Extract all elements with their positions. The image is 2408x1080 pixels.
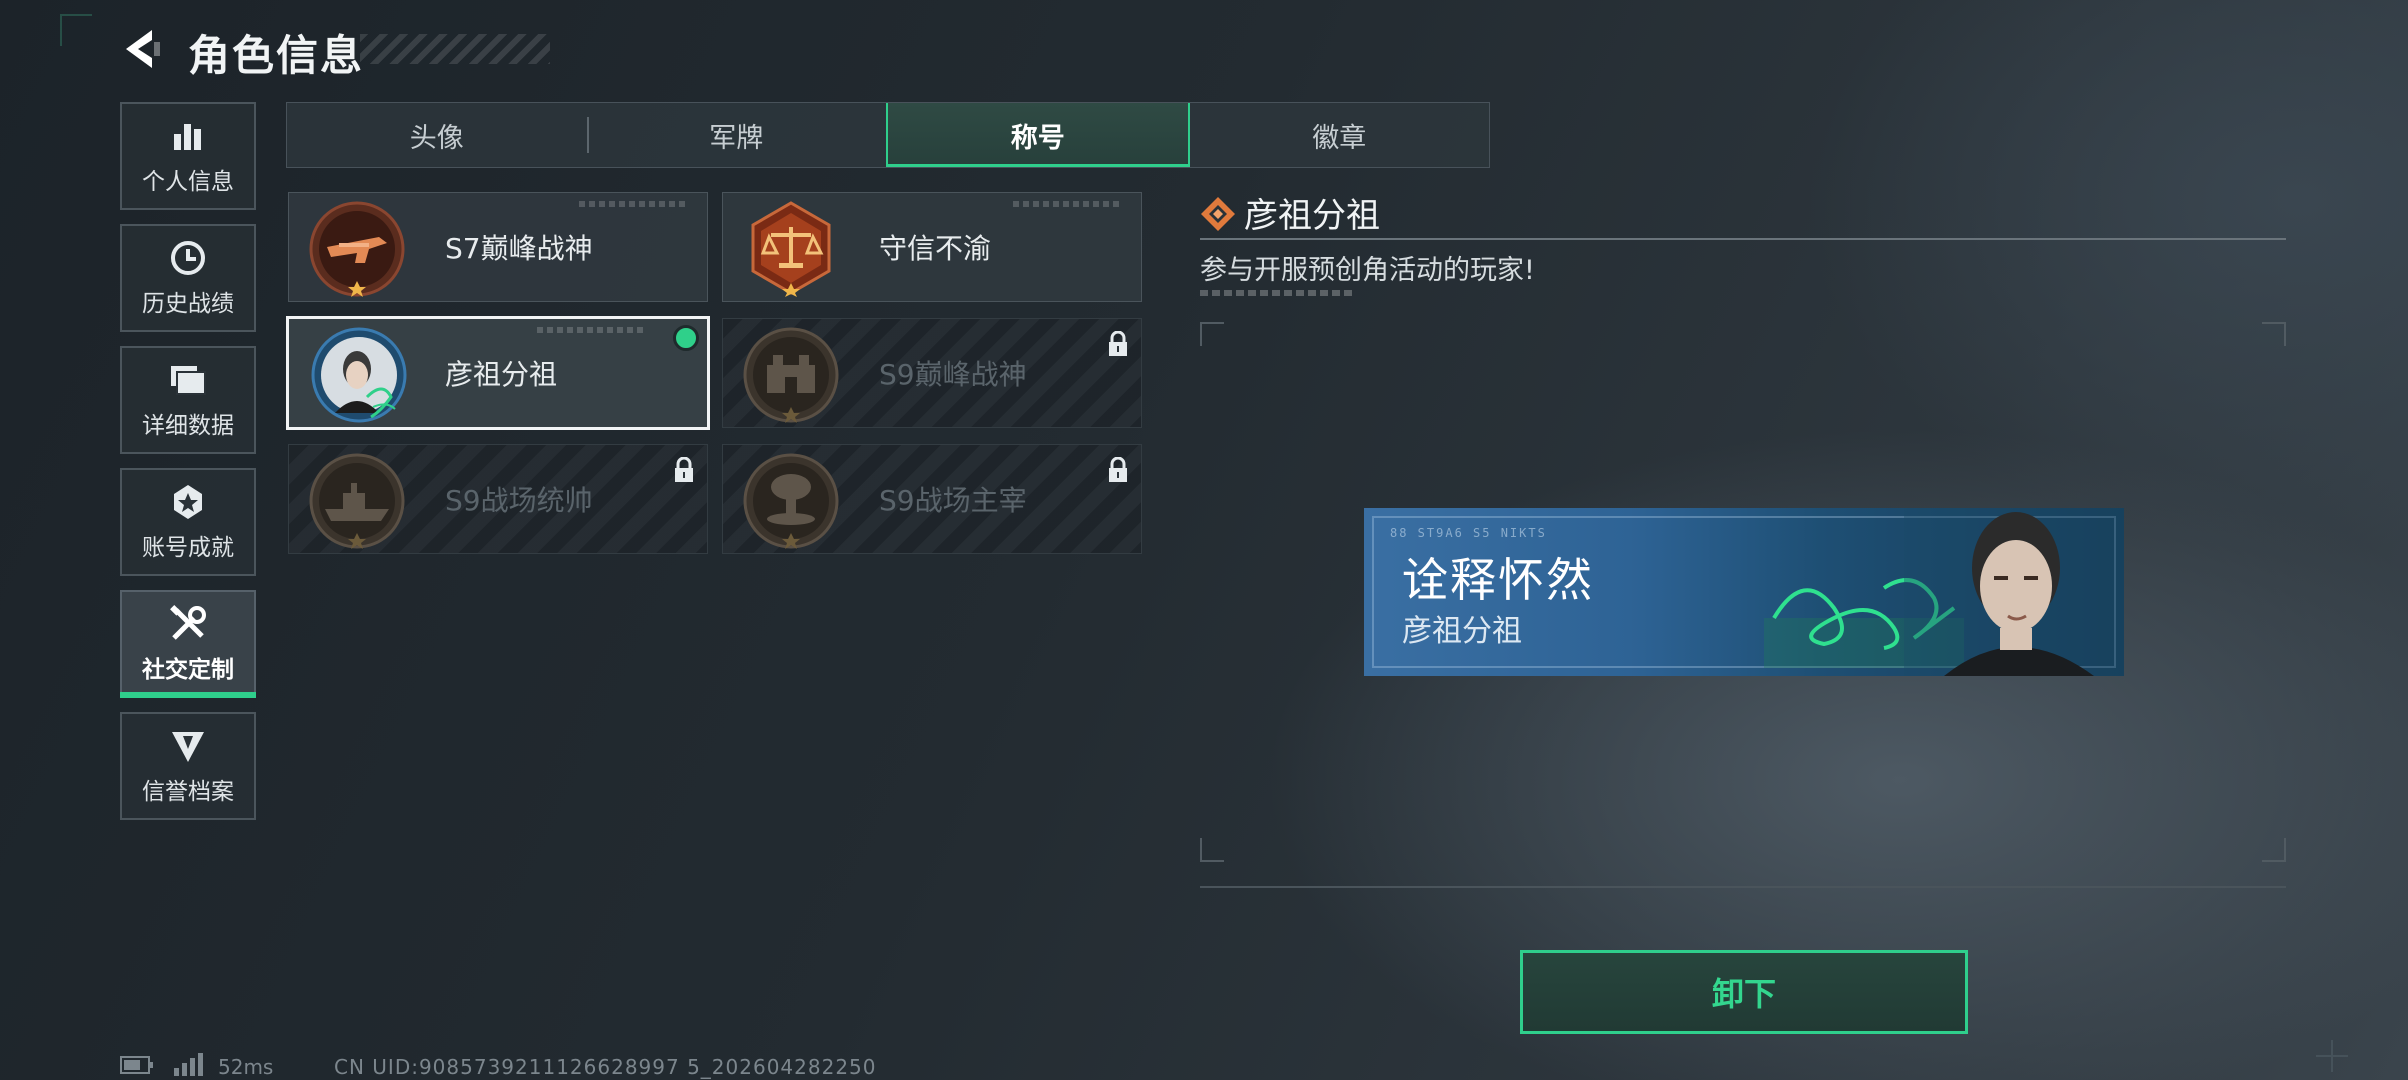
title-card-s7-peak[interactable]: S7巅峰战神 [288, 192, 708, 302]
scales-medal-icon [743, 201, 839, 297]
lock-icon [1107, 456, 1129, 483]
tab-dog-tag[interactable]: 军牌 [586, 103, 887, 167]
sidebar-item-label: 详细数据 [142, 413, 234, 439]
unequip-button[interactable]: 卸下 [1520, 950, 1968, 1034]
signal-icon [172, 1052, 208, 1076]
lock-icon [1107, 330, 1129, 357]
sidebar-item-achievements[interactable]: 账号成就 [120, 468, 256, 576]
title-card-keep-faith[interactable]: 守信不渝 [722, 192, 1142, 302]
ship-medal-icon [309, 453, 405, 549]
explosion-medal-icon [743, 453, 839, 549]
title-card-label: S9战场主宰 [879, 484, 1027, 517]
sidebar-item-label: 社交定制 [142, 657, 234, 683]
detail-title: 彦祖分祖 [1244, 196, 1380, 236]
title-decoration [360, 34, 550, 64]
back-button[interactable] [118, 24, 168, 74]
page-title: 角色信息 [188, 31, 365, 80]
title-card-label: S7巅峰战神 [445, 232, 593, 265]
sidebar-item-history[interactable]: 历史战绩 [120, 224, 256, 332]
sidebar-item-label: 个人信息 [142, 169, 234, 195]
title-card-label: 守信不渝 [879, 232, 992, 265]
portrait-medal-icon [311, 327, 407, 423]
title-card-s9-commander[interactable]: S9战场统帅 [288, 444, 708, 554]
title-card-s9-dominator[interactable]: S9战场主宰 [722, 444, 1142, 554]
equipped-indicator [673, 325, 699, 351]
fortress-medal-icon [743, 327, 839, 423]
banner-code-text: 88 ST9A6 S5 NIKTS [1390, 526, 1547, 540]
divider [1200, 238, 2286, 240]
battery-icon [120, 1056, 154, 1074]
lock-icon [673, 456, 695, 483]
banner-main-text: 诠释怀然 [1402, 553, 1594, 607]
card-decoration [1013, 201, 1123, 207]
detail-decoration [1200, 290, 1352, 296]
sidebar-item-social-custom[interactable]: 社交定制 [120, 590, 256, 698]
tab-badge[interactable]: 徽章 [1190, 103, 1490, 167]
corner-decoration [60, 14, 92, 46]
portrait-image [1904, 508, 2124, 676]
folder-icon [168, 360, 208, 400]
sidebar-item-personal-info[interactable]: 个人信息 [120, 102, 256, 210]
sidebar-item-label: 信誉档案 [142, 779, 234, 805]
banner-sub-text: 彦祖分祖 [1402, 614, 1522, 649]
sidebar-item-reputation[interactable]: 信誉档案 [120, 712, 256, 820]
detail-description: 参与开服预创角活动的玩家! [1200, 255, 1535, 286]
title-card-yanzu[interactable]: 彦祖分祖 [286, 316, 710, 430]
diamond-icon [1200, 196, 1236, 232]
title-card-label: S9战场统帅 [445, 484, 593, 517]
tab-avatar[interactable]: 头像 [287, 103, 587, 167]
divider [1200, 886, 2286, 888]
sidebar-item-detailed-data[interactable]: 详细数据 [120, 346, 256, 454]
sidebar-item-label: 历史战绩 [142, 291, 234, 317]
card-decoration [579, 201, 689, 207]
title-banner-preview: 88 ST9A6 S5 NIKTS 诠释怀然 彦祖分祖 [1364, 508, 2124, 676]
ping-readout: 52ms [218, 1055, 274, 1079]
tools-icon [168, 604, 208, 644]
uid-text: CN UID:9085739211126628997 5_20260428225… [334, 1055, 877, 1079]
title-card-label: 彦祖分祖 [445, 358, 558, 391]
card-decoration [537, 327, 647, 333]
crosshair-icon [2312, 1036, 2352, 1076]
title-card-s9-peak[interactable]: S9巅峰战神 [722, 318, 1142, 428]
title-card-label: S9巅峰战神 [879, 358, 1027, 391]
clock-icon [168, 238, 208, 278]
sidebar-item-label: 账号成就 [142, 535, 234, 561]
tab-bar: 头像 军牌 称号 徽章 [286, 102, 1490, 168]
achievement-icon [168, 482, 208, 522]
bar-chart-icon [168, 116, 208, 156]
tab-title[interactable]: 称号 [886, 103, 1190, 167]
shield-icon [168, 726, 208, 766]
back-arrow-icon [126, 30, 160, 68]
weapon-medal-icon [309, 201, 405, 297]
